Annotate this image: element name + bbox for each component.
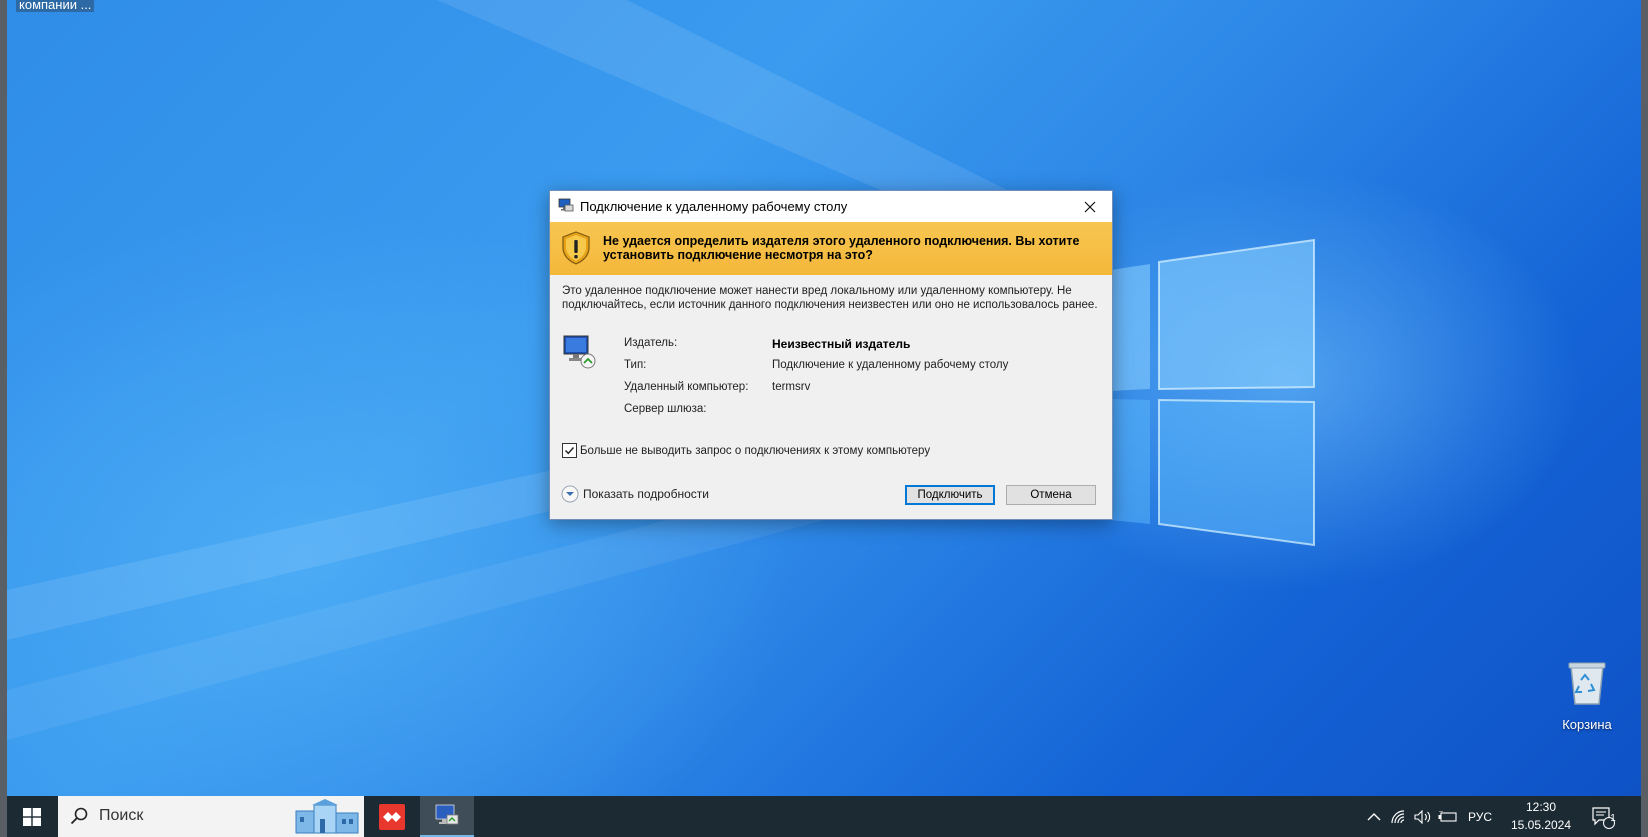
cancel-button[interactable]: Отмена xyxy=(1006,485,1096,505)
remote-desktop-icon xyxy=(435,804,459,824)
type-value: Подключение к удаленному рабочему столу xyxy=(772,359,1009,371)
close-icon xyxy=(1084,201,1096,212)
system-tray: РУС 12:30 15.05.2024 1 xyxy=(1361,796,1641,837)
clock-date: 15.05.2024 xyxy=(1510,818,1572,832)
connect-button[interactable]: Подключить xyxy=(905,485,995,505)
show-details-label[interactable]: Показать подробности xyxy=(583,487,709,501)
remember-choice-row[interactable]: Больше не выводить запрос о подключениях… xyxy=(562,443,930,458)
volume-button[interactable] xyxy=(1411,796,1435,837)
search-placeholder: Поиск xyxy=(99,807,144,824)
screen: компании ... Корзина Подключение к удале… xyxy=(0,0,1648,837)
recycle-bin-shortcut[interactable]: Корзина xyxy=(1547,660,1627,732)
show-hidden-icons-button[interactable] xyxy=(1361,796,1387,837)
search-highlight-art xyxy=(292,799,362,834)
show-details-toggle[interactable]: Показать подробности xyxy=(561,485,709,503)
warning-banner: Не удается определить издателя этого уда… xyxy=(550,222,1112,275)
desktop[interactable]: компании ... Корзина Подключение к удале… xyxy=(7,0,1641,796)
recycle-bin-label: Корзина xyxy=(1562,717,1612,732)
notifications-count: 1 xyxy=(1610,813,1616,824)
dialog-titlebar[interactable]: Подключение к удаленному рабочему столу xyxy=(550,191,1112,222)
start-button[interactable] xyxy=(7,796,57,837)
remote-desktop-icon xyxy=(558,198,574,212)
remember-label[interactable]: Больше не выводить запрос о подключениях… xyxy=(580,445,930,457)
type-label: Тип: xyxy=(624,359,647,371)
network-icon xyxy=(1391,809,1405,823)
remote-computer-value: termsrv xyxy=(772,381,811,393)
description-text: Это удаленное подключение может нанести … xyxy=(562,285,1098,311)
checkmark-icon xyxy=(565,447,575,455)
chevron-up-icon xyxy=(1367,812,1381,820)
warning-message: Не удается определить издателя этого уда… xyxy=(603,234,1080,262)
taskbar-app-remote-desktop[interactable] xyxy=(420,796,474,837)
battery-button[interactable] xyxy=(1435,796,1461,837)
battery-icon xyxy=(1438,810,1457,822)
publisher-label: Издатель: xyxy=(624,337,678,349)
top-label: компании ... xyxy=(16,0,95,12)
network-button[interactable] xyxy=(1387,796,1411,837)
notifications-button[interactable]: 1 xyxy=(1583,796,1623,837)
warning-shield-icon xyxy=(562,231,590,265)
close-button[interactable] xyxy=(1068,191,1112,222)
windows-logo-icon xyxy=(23,807,41,826)
recycle-bin-icon xyxy=(1568,662,1606,705)
search-box[interactable]: Поиск xyxy=(58,796,364,837)
remote-computer-icon xyxy=(563,335,596,369)
taskbar: Поиск РУС 12:30 15.05.2024 1 xyxy=(7,796,1641,837)
speaker-icon xyxy=(1414,809,1431,824)
dialog-title: Подключение к удаленному рабочему столу xyxy=(580,199,848,214)
gateway-server-label: Сервер шлюза: xyxy=(624,403,707,415)
remote-computer-label: Удаленный компьютер: xyxy=(624,381,749,393)
rdp-warning-dialog: Подключение к удаленному рабочему столу … xyxy=(549,190,1113,520)
publisher-value: Неизвестный издатель xyxy=(772,337,911,351)
clock[interactable]: 12:30 15.05.2024 xyxy=(1501,796,1581,837)
chevron-down-icon xyxy=(561,485,579,503)
taskbar-app-anydesk[interactable] xyxy=(365,796,419,837)
clock-time: 12:30 xyxy=(1525,800,1557,814)
language-indicator[interactable]: РУС xyxy=(1461,796,1499,837)
remember-checkbox[interactable] xyxy=(562,443,577,458)
search-icon xyxy=(70,807,88,825)
anydesk-icon xyxy=(379,803,405,830)
